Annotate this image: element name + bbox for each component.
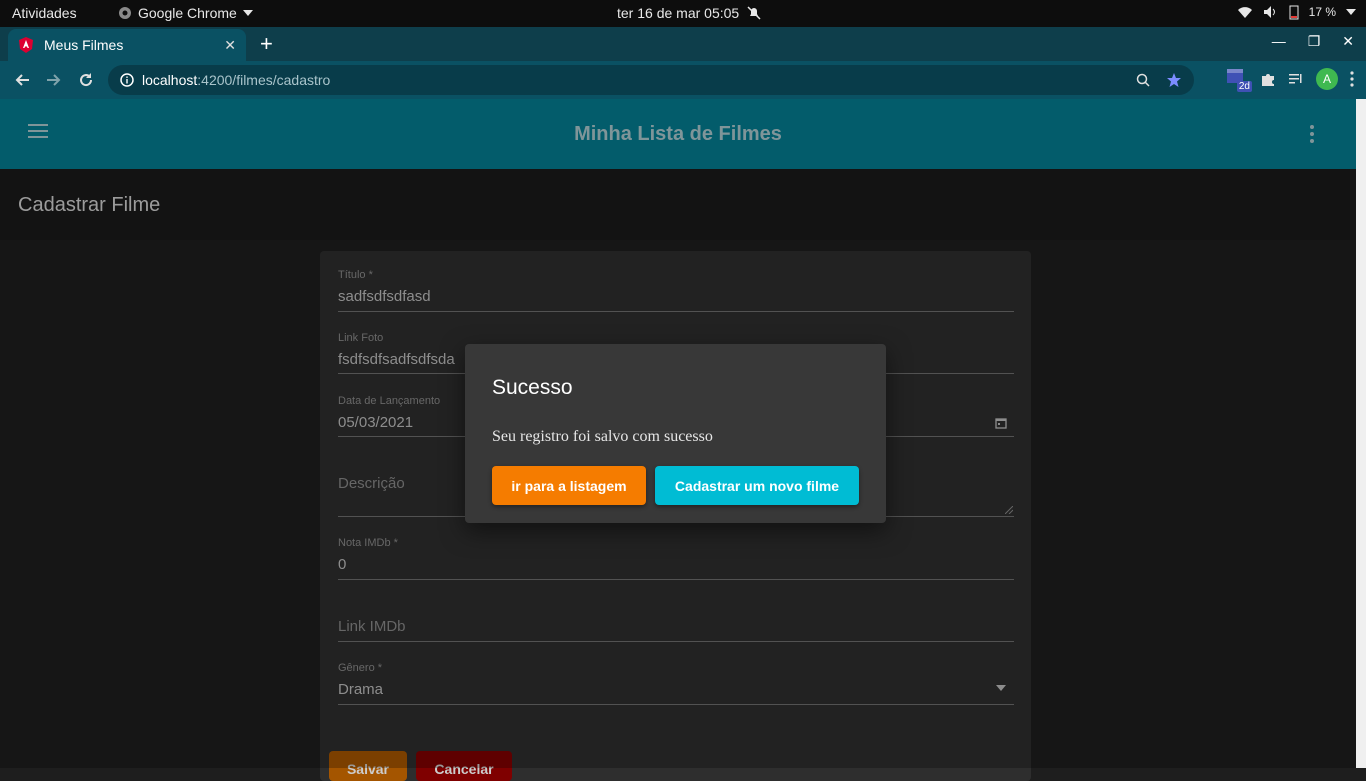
restore-icon[interactable]: ❐ <box>1308 33 1321 50</box>
info-icon[interactable] <box>120 73 134 87</box>
close-tab-icon[interactable]: ✕ <box>224 37 236 54</box>
clock-text: ter 16 de mar 05:05 <box>617 5 740 21</box>
register-new-movie-button[interactable]: Cadastrar um novo filme <box>655 466 859 505</box>
browser-toolbar: localhost:4200/filmes/cadastro 2d A <box>0 61 1366 99</box>
success-dialog: Sucesso Seu registro foi salvo com suces… <box>465 344 886 523</box>
battery-icon <box>1289 5 1299 20</box>
dialog-title: Sucesso <box>492 376 573 399</box>
go-to-list-button[interactable]: ir para a listagem <box>492 466 646 505</box>
tab-title: Meus Filmes <box>44 37 124 53</box>
volume-icon <box>1263 6 1275 18</box>
chevron-down-icon <box>1346 9 1356 15</box>
back-icon[interactable] <box>6 64 38 96</box>
chevron-down-icon <box>242 10 253 16</box>
activities-button[interactable]: Atividades <box>12 5 77 21</box>
extensions-area: 2d A <box>1226 68 1354 92</box>
url-path: :4200/filmes/cadastro <box>197 72 331 88</box>
calendar-extension-icon[interactable]: 2d <box>1226 68 1252 92</box>
dialog-message: Seu registro foi salvo com sucesso <box>492 428 713 445</box>
close-window-icon[interactable]: ✕ <box>1342 33 1354 50</box>
zoom-icon[interactable] <box>1136 73 1150 87</box>
system-tray[interactable]: 17 % <box>1237 4 1356 20</box>
app-menu[interactable]: Google Chrome <box>118 5 253 21</box>
profile-avatar[interactable]: A <box>1316 68 1338 90</box>
minimize-icon[interactable]: — <box>1272 33 1286 50</box>
reload-icon[interactable] <box>70 64 102 96</box>
notifications-off-icon <box>747 6 761 20</box>
media-queue-icon[interactable] <box>1288 71 1304 87</box>
extensions-puzzle-icon[interactable] <box>1260 71 1276 87</box>
page-scrollbar[interactable] <box>1356 99 1366 768</box>
browser-tab[interactable]: Meus Filmes ✕ <box>8 29 246 61</box>
wifi-icon <box>1237 7 1252 18</box>
battery-percent: 17 % <box>1308 5 1336 19</box>
new-tab-icon[interactable]: + <box>260 31 273 57</box>
app-name: Google Chrome <box>138 5 237 21</box>
address-bar[interactable]: localhost:4200/filmes/cadastro <box>108 65 1194 95</box>
system-top-bar: Atividades Google Chrome ter 16 de mar 0… <box>0 0 1366 27</box>
forward-icon[interactable] <box>38 64 70 96</box>
tab-strip: Meus Filmes ✕ + — ❐ ✕ <box>0 27 1366 61</box>
chrome-menu-icon[interactable] <box>1350 71 1354 87</box>
window-controls: — ❐ ✕ <box>1272 33 1354 50</box>
chrome-icon <box>119 7 131 19</box>
extension-badge: 2d <box>1236 81 1252 92</box>
clock[interactable]: ter 16 de mar 05:05 <box>617 5 761 21</box>
angular-icon <box>18 37 34 53</box>
url-host: localhost <box>142 72 198 88</box>
bookmark-star-icon[interactable] <box>1166 72 1182 88</box>
